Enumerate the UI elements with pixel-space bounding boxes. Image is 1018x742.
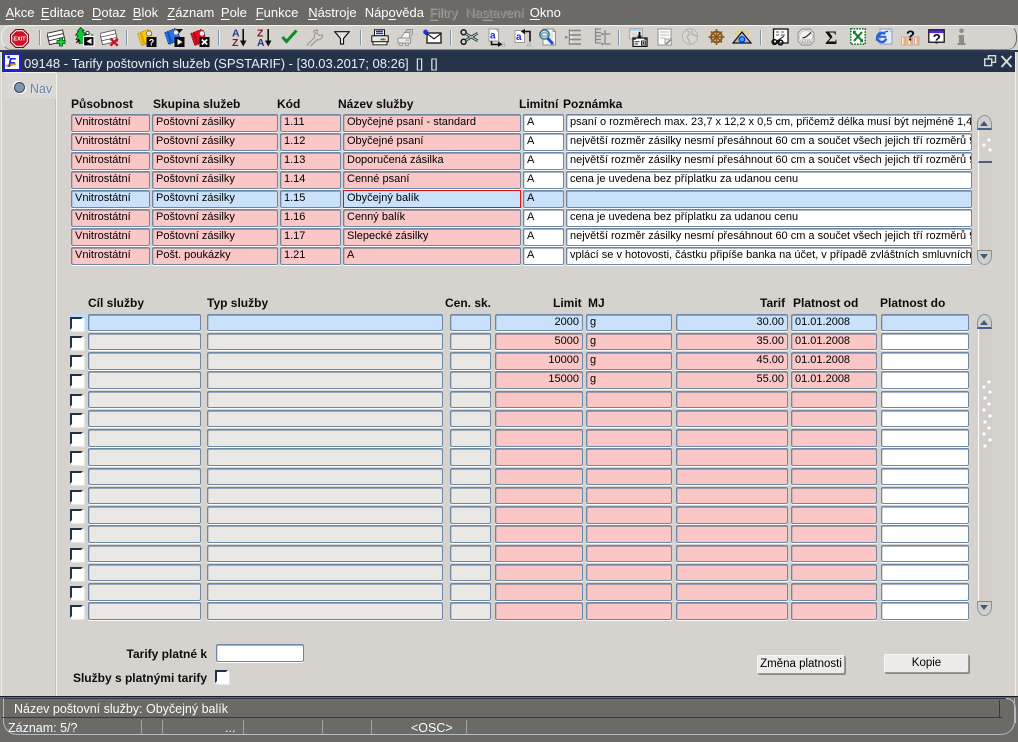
svg-text:a: a	[501, 39, 506, 47]
svg-text:EXIT: EXIT	[14, 37, 27, 43]
svg-text:Z: Z	[232, 37, 239, 47]
svg-text:a: a	[516, 32, 522, 43]
svg-text:Σ: Σ	[825, 28, 837, 46]
svg-text:?: ?	[149, 37, 155, 47]
svg-text:A: A	[257, 37, 265, 47]
svg-text:?: ?	[933, 32, 941, 47]
svg-text:a: a	[526, 39, 531, 47]
svg-text:1315: 1315	[801, 39, 811, 44]
svg-text:a: a	[490, 31, 496, 42]
svg-text:?: ?	[905, 28, 914, 45]
